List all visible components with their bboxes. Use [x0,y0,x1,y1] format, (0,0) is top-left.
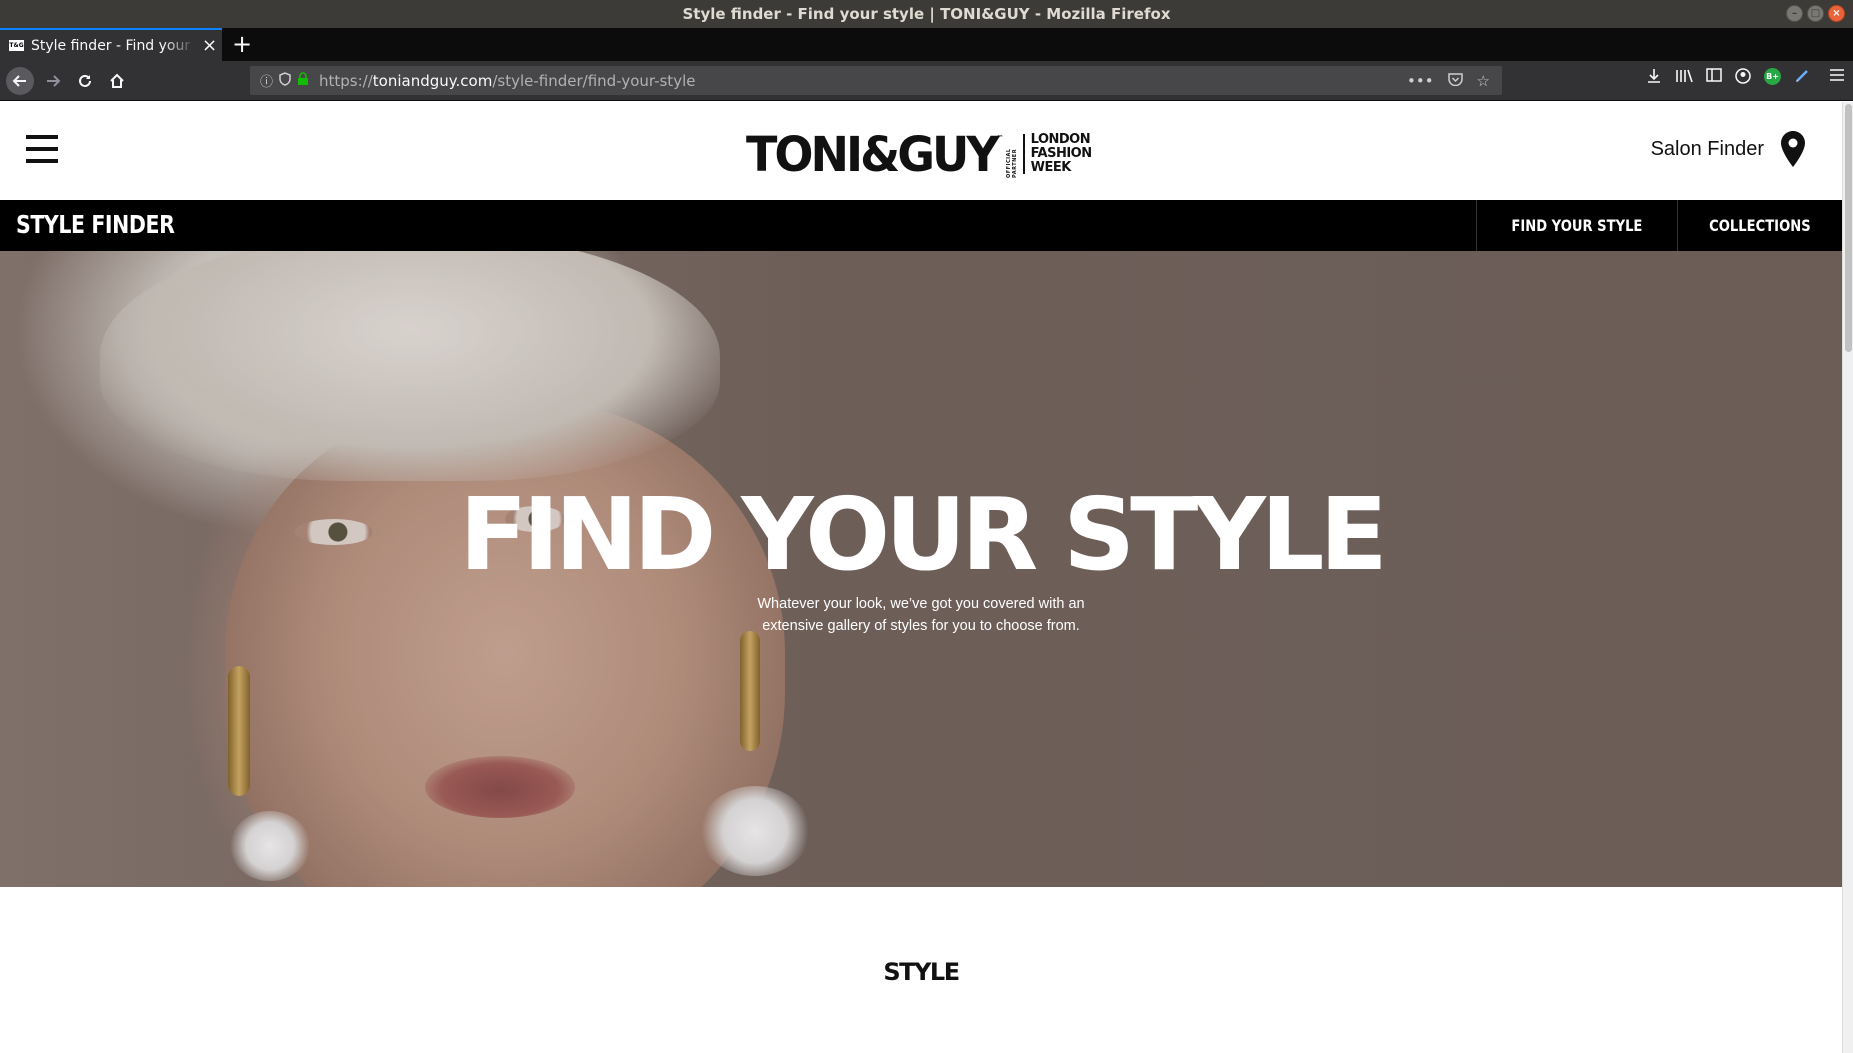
scrollbar-thumb[interactable] [1845,104,1852,352]
lfw-line-2: FASHION [1030,146,1092,161]
tab-close-icon[interactable]: × [202,35,217,56]
london-fashion-week-logo: LONDON FASHION WEEK [1031,133,1092,175]
page-actions-menu-icon[interactable]: ••• [1407,72,1434,90]
minimize-icon[interactable]: – [1786,5,1803,22]
url-bar-actions: ••• ☆ [1407,72,1490,90]
hero-subtitle: Whatever your look, we’ve got you covere… [0,593,1842,637]
site-menu-icon[interactable] [26,135,58,163]
back-arrow-icon[interactable] [6,67,34,95]
logo-divider [1022,134,1025,174]
hero-subtitle-line-2: extensive gallery of styles for you to c… [762,618,1080,634]
account-icon[interactable] [1735,68,1751,88]
tracking-shield-icon[interactable] [279,71,291,90]
salon-finder-label: Salon Finder [1650,137,1764,160]
close-window-icon[interactable]: × [1828,5,1845,22]
style-section-title: STYLE [883,958,960,986]
url-security-icons: ⓘ [260,71,309,90]
pocket-icon[interactable] [1447,72,1463,90]
forward-arrow-icon[interactable] [40,68,66,94]
maximize-icon[interactable]: □ [1807,5,1824,22]
lfw-line-3: WEEK [1030,160,1072,175]
url-bar[interactable]: ⓘ https://toniandguy.com/style-finder/fi… [250,66,1502,95]
sidebar-icon[interactable] [1706,68,1722,88]
navigation-toolbar: ⓘ https://toniandguy.com/style-finder/fi… [0,61,1853,101]
site-favicon-icon: T&G [9,40,24,51]
page-scrollbar[interactable] [1842,102,1853,1053]
extension-badge-icon[interactable]: B+ [1764,68,1781,85]
lock-icon[interactable] [297,71,309,90]
reload-icon[interactable] [72,68,98,94]
url-host: toniandguy.com [372,71,493,90]
logo-partner-text: OFFICIAL PARTNER [1005,148,1018,178]
window-title: Style finder - Find your style | TONI&GU… [682,5,1171,23]
logo-trademark: ™ [996,134,1004,142]
lfw-line-1: LONDON [1030,132,1091,147]
tab-strip: T&G Style finder - Find your style | TON… [0,28,1853,61]
downloads-icon[interactable] [1646,68,1662,88]
new-tab-icon[interactable]: + [232,30,252,58]
subnav-links: FIND YOUR STYLE COLLECTIONS [1476,200,1842,251]
hero-subtitle-line-1: Whatever your look, we’ve got you covere… [757,596,1085,612]
subnav-title: STYLE FINDER [16,210,175,239]
browser-tab-active[interactable]: T&G Style finder - Find your style | TON… [0,28,222,61]
toolbar-right: B+ [1646,68,1853,88]
url-scheme: https:// [319,71,373,90]
url-text[interactable]: https://toniandguy.com/style-finder/find… [319,72,695,90]
library-icon[interactable] [1675,68,1693,88]
style-finder-subnav: STYLE FINDER FIND YOUR STYLE COLLECTIONS [0,200,1842,251]
extension-pen-icon[interactable] [1794,68,1810,88]
window-controls: – □ × [1786,5,1845,22]
salon-finder-link[interactable]: Salon Finder [1651,130,1806,168]
subnav-collections-label: COLLECTIONS [1709,216,1811,235]
subnav-collections[interactable]: COLLECTIONS [1677,200,1842,251]
info-icon[interactable]: ⓘ [260,71,273,90]
logo-wordmark: TONI&GUY [746,125,1000,183]
toni-and-guy-logo[interactable]: TONI&GUY ™ OFFICIAL PARTNER LONDON FASHI… [746,126,1092,183]
hero-banner: FIND YOUR STYLE Whatever your look, we’v… [0,251,1842,887]
url-path: /style-finder/find-your-style [492,71,696,90]
location-pin-icon [1780,130,1806,168]
site-header: TONI&GUY ™ OFFICIAL PARTNER LONDON FASHI… [0,102,1842,201]
hero-heading: FIND YOUR STYLE [459,476,1388,593]
window-titlebar: Style finder - Find your style | TONI&GU… [0,0,1853,28]
home-icon[interactable] [104,68,130,94]
subnav-find-your-style-label: FIND YOUR STYLE [1511,216,1643,235]
hamburger-menu-icon[interactable] [1829,68,1845,88]
bookmark-star-icon[interactable]: ☆ [1477,72,1490,90]
tab-title: Style finder - Find your style | TONI&GU… [31,37,196,54]
subnav-find-your-style[interactable]: FIND YOUR STYLE [1476,200,1677,251]
page-viewport: TONI&GUY ™ OFFICIAL PARTNER LONDON FASHI… [0,102,1842,1053]
